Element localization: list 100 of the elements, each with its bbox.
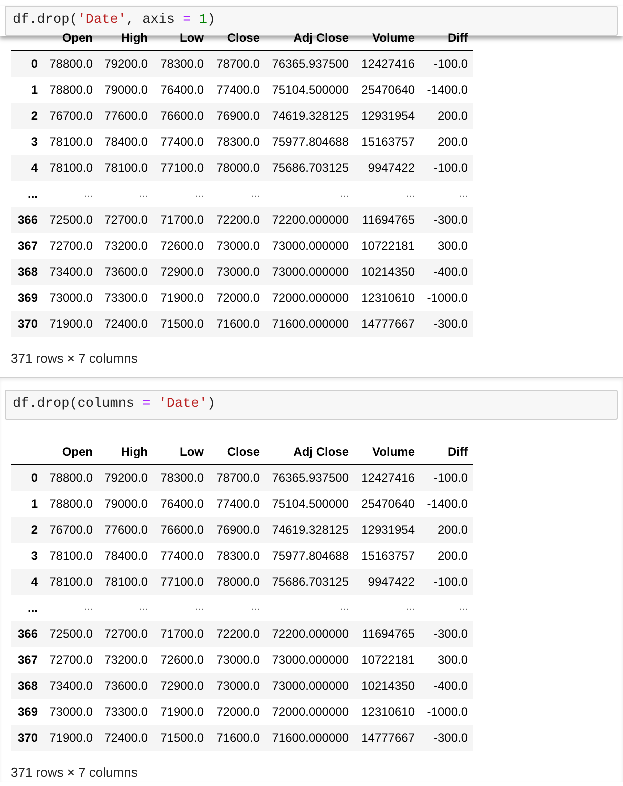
table-cell-text: 76600.0 [160,108,205,125]
row-index: 4 [30,574,39,590]
table-cell-text: 78300.0 [216,134,261,151]
table-cell-text: 78300.0 [160,56,205,73]
table-cell-text: 79200.0 [104,56,149,73]
table-cell-text: 78400.0 [104,134,149,151]
table-cell-text: 78800.0 [48,82,94,99]
table-cell-text: ... [194,601,205,615]
table-cell-text: 73000.0 [48,704,94,720]
table-cell-text: 71900.0 [48,730,94,746]
row-index: 368 [16,678,39,694]
table-cell-text: 71600.0 [216,316,261,333]
table-cell-text: 77400.0 [216,496,261,512]
table-cell-text: 79200.0 [104,470,149,486]
table-cell-text: 75977.804688 [271,134,350,151]
table-cell-text: 10722181 [360,652,416,668]
table-cell-text: 71700.0 [160,212,205,229]
table-cell-text: ... [340,188,350,202]
row-index: 368 [16,264,39,281]
column-header: Low [179,444,205,460]
table-cell-text: 78300.0 [216,548,261,564]
table-cell-text: ... [458,188,469,202]
table-cell-text: 72200.0 [216,626,261,642]
table-cell-text: ... [458,601,469,615]
table-cell-text: -300.0 [432,730,469,746]
table-cell-text: 12427416 [360,470,416,486]
table-cell-text: 78300.0 [160,470,205,486]
table-cell-text: 75686.703125 [271,574,350,590]
table-cell-text: ... [250,188,261,202]
row-index: 370 [16,316,39,333]
table-cell-text: 9947422 [367,574,416,590]
table-cell-text: 77400.0 [216,82,261,99]
table-cell-text: 76900.0 [216,108,261,125]
table-cell-text: 71600.000000 [271,730,350,746]
table-cell-text: 10722181 [360,238,416,255]
table-cell-text: 72000.000000 [271,290,350,307]
row-index: 4 [30,160,39,177]
table-cell-text: 78100.0 [48,160,94,177]
table-cell-text: 200.0 [436,522,469,538]
row-index: 0 [30,470,39,486]
table-cell-text: 12310610 [360,704,416,720]
row-index: 369 [16,290,39,307]
table-cell-text: 12931954 [360,108,416,125]
table-cell-text: ... [84,188,94,202]
table-cell-text: 76700.0 [48,522,94,538]
column-header: Close [226,444,261,460]
table-cell-text: 200.0 [436,108,469,125]
row-index: 2 [30,522,39,538]
row-index: 2 [30,108,39,125]
row-index: 366 [16,626,39,642]
table-cell-text: 73000.0 [48,290,94,307]
column-header: High [120,444,149,460]
table-cell-text: 73300.0 [104,290,149,307]
table-cell-text: -100.0 [432,56,469,73]
table-cell-text: 76600.0 [160,522,205,538]
table-cell-text: 78700.0 [216,56,261,73]
table-cell-text: 73600.0 [104,678,149,694]
table-cell-text: 72000.0 [216,704,261,720]
table-cell-text: -300.0 [432,626,469,642]
table-cell-text: 74619.328125 [271,522,350,538]
table-cell-text: 73000.0 [216,238,261,255]
table-cell-text: 11694765 [362,212,416,229]
table-cell-text: 73000.000000 [271,238,350,255]
code-cell[interactable]: df.drop(columns = 'Date') [5,390,618,420]
table-cell-text: 71500.0 [160,730,205,746]
table-cell-text: 72400.0 [104,316,149,333]
row-index: 3 [30,134,39,151]
table-cell-text: 79000.0 [104,496,149,512]
table-cell-text: 76365.937500 [271,56,350,73]
code-line: df.drop(columns = 'Date') [13,398,216,412]
table-cell-text: -1400.0 [426,496,469,512]
table-cell-text: ... [138,188,149,202]
table-cell-text: 73000.000000 [271,652,350,668]
code-line: df.drop('Date', axis = 1) [13,14,216,28]
table-cell-text: 77100.0 [160,160,205,177]
table-cell-text: 12931954 [360,522,416,538]
table-cell-text: ... [84,601,94,615]
table-cell-text: 73000.0 [216,678,261,694]
table-cell-text: ... [250,601,261,615]
table-cell-text: 72900.0 [160,264,205,281]
table-cell-text: 11694765 [362,626,416,642]
table-cell-text: 76900.0 [216,522,261,538]
table-cell-text: 73400.0 [48,264,94,281]
table-cell-text: 78100.0 [48,548,94,564]
table-cell-text: 78100.0 [104,160,149,177]
table-cell-text: 76400.0 [160,496,205,512]
column-header: Volume [372,444,416,460]
table-cell-text: 71500.0 [160,316,205,333]
column-header: Diff [447,444,469,460]
column-header: Open [61,444,94,460]
table-cell-text: 72700.0 [104,626,149,642]
table-cell-text: 72200.0 [216,212,261,229]
table-cell-text: 12310610 [360,290,416,307]
table-cell-text: 78000.0 [216,160,261,177]
table-cell-text: 72700.0 [104,212,149,229]
table-cell-text: 25470640 [360,82,416,99]
table-cell-text: 200.0 [436,134,469,151]
table-cell-text: 72000.000000 [271,704,350,720]
table-cell-text: 14777667 [360,730,416,746]
table-cell-text: 75977.804688 [271,548,350,564]
